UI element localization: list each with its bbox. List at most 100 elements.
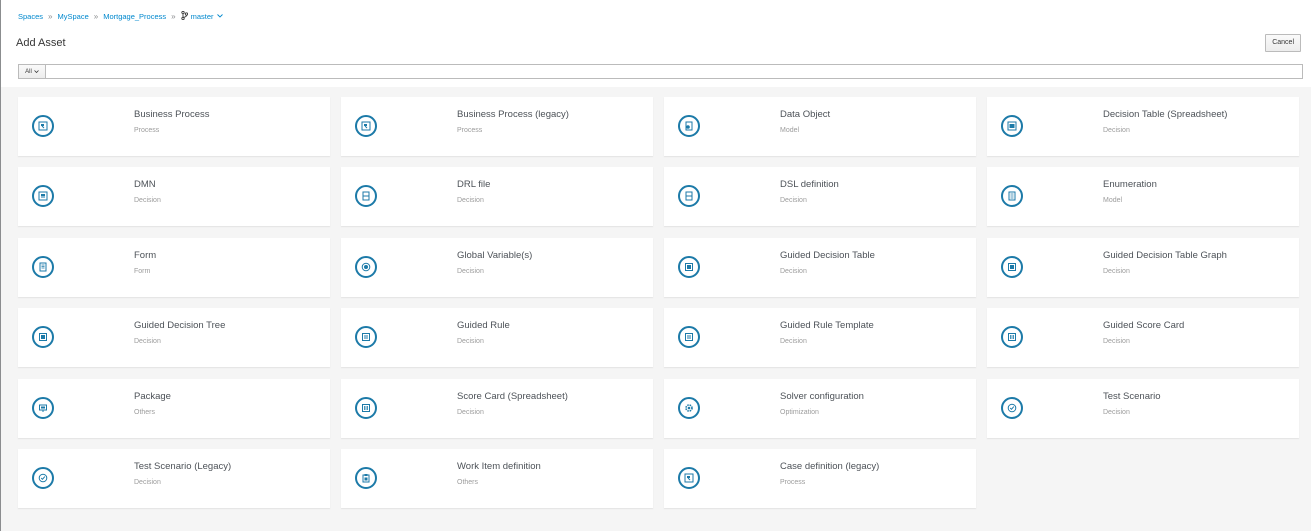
- check-icon: [1001, 396, 1023, 419]
- asset-card-category: Process: [457, 127, 483, 134]
- rule-icon: [355, 326, 377, 349]
- asset-card-title: Guided Score Card: [1103, 320, 1185, 332]
- asset-card-decision-table-spreadsheet[interactable]: Decision Table (Spreadsheet) Decision: [987, 97, 1299, 156]
- asset-card-solver-configuration[interactable]: Solver configuration Optimization: [664, 378, 976, 438]
- asset-card-title: Decision Table (Spreadsheet): [1103, 109, 1228, 120]
- asset-card-drl-file[interactable]: DRL file Decision: [341, 167, 653, 227]
- process-icon: [32, 115, 54, 137]
- asset-card-title: DMN: [134, 179, 156, 191]
- breadcrumb-separator: »: [48, 12, 53, 21]
- asset-card-title: Guided Decision Table: [780, 249, 875, 261]
- file-icon: [678, 185, 700, 208]
- asset-card-category: Decision: [134, 478, 161, 486]
- package-icon: [32, 396, 54, 419]
- asset-card-category: Decision: [780, 267, 807, 275]
- asset-card-category: Process: [780, 478, 806, 486]
- breadcrumb: Spaces » MySpace » Mortgage_Process » ma…: [18, 10, 223, 22]
- cancel-button[interactable]: Cancel: [1265, 34, 1301, 52]
- list-icon: [1001, 185, 1023, 208]
- search-input[interactable]: [45, 64, 1303, 79]
- asset-card-title: Package: [134, 390, 171, 402]
- asset-card-title: Work Item definition: [457, 460, 541, 472]
- table-icon: [32, 326, 54, 349]
- asset-card-global-variable-s[interactable]: Global Variable(s) Decision: [341, 237, 653, 297]
- scorecard-icon: [355, 396, 377, 419]
- asset-card-work-item-definition[interactable]: Work Item definition Others: [341, 448, 653, 508]
- asset-card-title: Case definition (legacy): [780, 460, 880, 472]
- asset-card-case-definition-legacy[interactable]: Case definition (legacy) Process: [664, 448, 976, 508]
- asset-card-score-card-spreadsheet[interactable]: Score Card (Spreadsheet) Decision: [341, 378, 653, 438]
- asset-card-title: DSL definition: [780, 179, 839, 191]
- asset-card-title: Business Process (legacy): [457, 109, 569, 120]
- table-icon: [678, 255, 700, 278]
- asset-card-title: Data Object: [780, 109, 831, 120]
- globe-icon: [355, 255, 377, 278]
- file-icon: [355, 185, 377, 208]
- breadcrumb-item-spaces[interactable]: Spaces: [18, 12, 43, 21]
- asset-card-category: Decision: [1103, 338, 1130, 346]
- asset-card-form[interactable]: Form Form: [18, 237, 330, 297]
- branch-icon: [180, 10, 188, 22]
- check-icon: [32, 466, 54, 489]
- asset-card-title: Score Card (Spreadsheet): [457, 390, 568, 402]
- process-icon: [355, 115, 377, 137]
- asset-card-title: DRL file: [457, 179, 491, 191]
- asset-card-package[interactable]: Package Others: [18, 378, 330, 438]
- chevron-down-icon: [216, 13, 223, 20]
- filter-category-select[interactable]: All: [18, 64, 45, 79]
- asset-card-category: Model: [1103, 197, 1123, 205]
- asset-card-test-scenario-legacy[interactable]: Test Scenario (Legacy) Decision: [18, 448, 330, 508]
- asset-card-business-process-legacy[interactable]: Business Process (legacy) Process: [341, 97, 653, 156]
- clipboard-icon: [355, 466, 377, 489]
- asset-card-title: Test Scenario: [1103, 390, 1161, 402]
- asset-card-category: Others: [457, 478, 479, 486]
- asset-card-data-object[interactable]: Data Object Model: [664, 97, 976, 156]
- asset-card-title: Test Scenario (Legacy): [134, 460, 232, 472]
- asset-card-category: Others: [134, 408, 156, 416]
- process-icon: [678, 466, 700, 489]
- asset-grid: Business Process Process Business Proces…: [18, 97, 1299, 508]
- asset-card-guided-rule-template[interactable]: Guided Rule Template Decision: [664, 308, 976, 368]
- asset-card-category: Decision: [780, 338, 807, 346]
- asset-card-guided-decision-table-graph[interactable]: Guided Decision Table Graph Decision: [987, 237, 1299, 297]
- asset-card-title: Enumeration: [1103, 179, 1157, 191]
- asset-card-category: Decision: [457, 267, 484, 275]
- asset-card-title: Guided Decision Table Graph: [1103, 249, 1227, 261]
- asset-card-guided-rule[interactable]: Guided Rule Decision: [341, 308, 653, 368]
- chevron-down-icon: [34, 69, 39, 75]
- page-header: Spaces » MySpace » Mortgage_Process » ma…: [1, 0, 1311, 87]
- asset-card-guided-score-card[interactable]: Guided Score Card Decision: [987, 308, 1299, 368]
- branch-name: master: [190, 12, 214, 21]
- asset-card-category: Decision: [1103, 408, 1130, 416]
- asset-card-dmn[interactable]: DMN Decision: [18, 167, 330, 227]
- asset-card-category: Decision: [457, 408, 484, 416]
- breadcrumb-separator: »: [171, 12, 176, 21]
- asset-card-guided-decision-table[interactable]: Guided Decision Table Decision: [664, 237, 976, 297]
- asset-card-enumeration[interactable]: Enumeration Model: [987, 167, 1299, 227]
- rule-icon: [678, 326, 700, 349]
- breadcrumb-item-project[interactable]: Mortgage_Process: [103, 12, 166, 21]
- asset-card-category: Decision: [1103, 267, 1130, 275]
- page-title: Add Asset: [16, 37, 66, 49]
- branch-selector[interactable]: master: [180, 10, 223, 22]
- asset-card-test-scenario[interactable]: Test Scenario Decision: [987, 378, 1299, 438]
- asset-card-category: Process: [134, 127, 160, 134]
- spreadsheet-icon: [1001, 115, 1023, 137]
- asset-grid-area: Business Process Process Business Proces…: [1, 87, 1311, 531]
- dmn-icon: [32, 185, 54, 208]
- asset-card-title: Guided Rule Template: [780, 320, 874, 332]
- asset-card-category: Decision: [780, 197, 807, 205]
- asset-card-title: Form: [134, 249, 157, 261]
- filter-bar: All: [18, 64, 1303, 79]
- breadcrumb-item-myspace[interactable]: MySpace: [57, 12, 88, 21]
- asset-card-category: Form: [134, 267, 151, 275]
- asset-card-title: Guided Decision Tree: [134, 320, 226, 332]
- filter-select-value: All: [25, 68, 32, 75]
- asset-card-category: Decision: [1103, 127, 1130, 134]
- scorecard-icon: [1001, 326, 1023, 349]
- asset-card-guided-decision-tree[interactable]: Guided Decision Tree Decision: [18, 308, 330, 368]
- asset-card-business-process[interactable]: Business Process Process: [18, 97, 330, 156]
- asset-card-title: Solver configuration: [780, 390, 864, 402]
- asset-card-category: Decision: [134, 338, 161, 346]
- asset-card-dsl-definition[interactable]: DSL definition Decision: [664, 167, 976, 227]
